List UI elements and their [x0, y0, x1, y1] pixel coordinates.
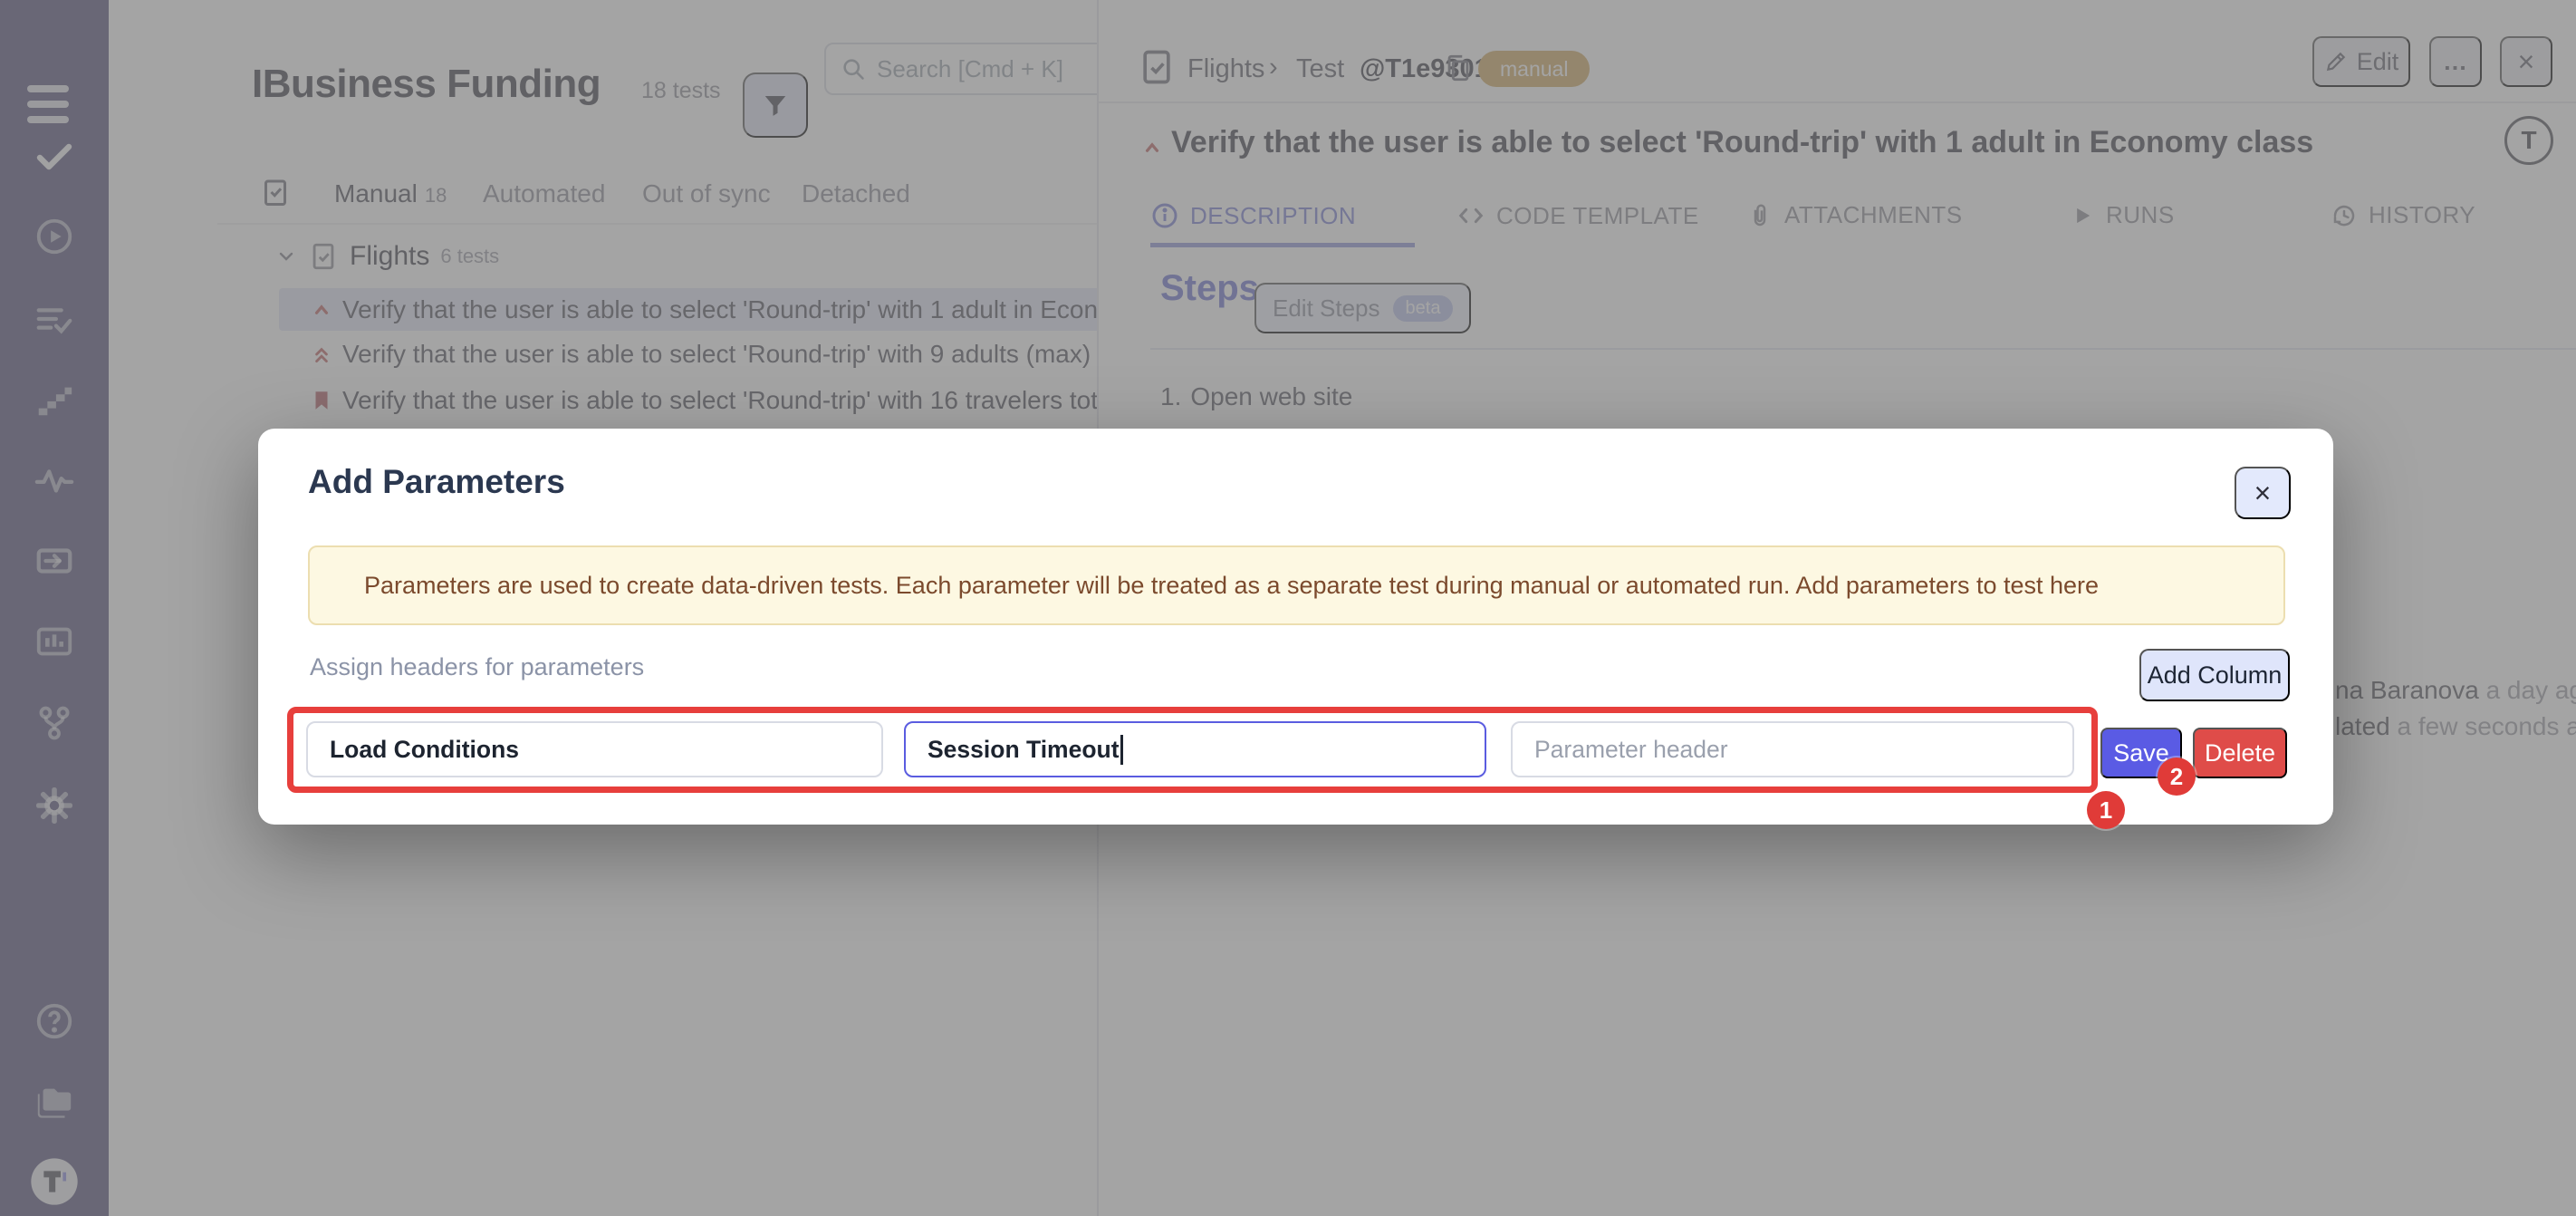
assign-headers-label: Assign headers for parameters — [310, 653, 644, 681]
modal-title: Add Parameters — [308, 463, 565, 501]
app-screen: IBusiness Funding 18 tests × Manual18 Au… — [0, 0, 2576, 1216]
parameter-header-input-3[interactable] — [1511, 721, 2074, 777]
annotation-badge-1: 1 — [2087, 791, 2125, 829]
parameter-header-input-2[interactable] — [904, 721, 1486, 777]
add-parameters-modal: Add Parameters × Parameters are used to … — [258, 429, 2333, 825]
text-caret — [1120, 735, 1123, 765]
annotation-badge-2: 2 — [2158, 758, 2196, 796]
add-column-button[interactable]: Add Column — [2139, 649, 2290, 701]
delete-button[interactable]: Delete — [2193, 728, 2287, 778]
info-alert-text: Parameters are used to create data-drive… — [364, 572, 2099, 600]
parameter-header-input-1[interactable] — [306, 721, 883, 777]
modal-close-button[interactable]: × — [2235, 467, 2291, 519]
info-alert: Parameters are used to create data-drive… — [308, 545, 2285, 625]
